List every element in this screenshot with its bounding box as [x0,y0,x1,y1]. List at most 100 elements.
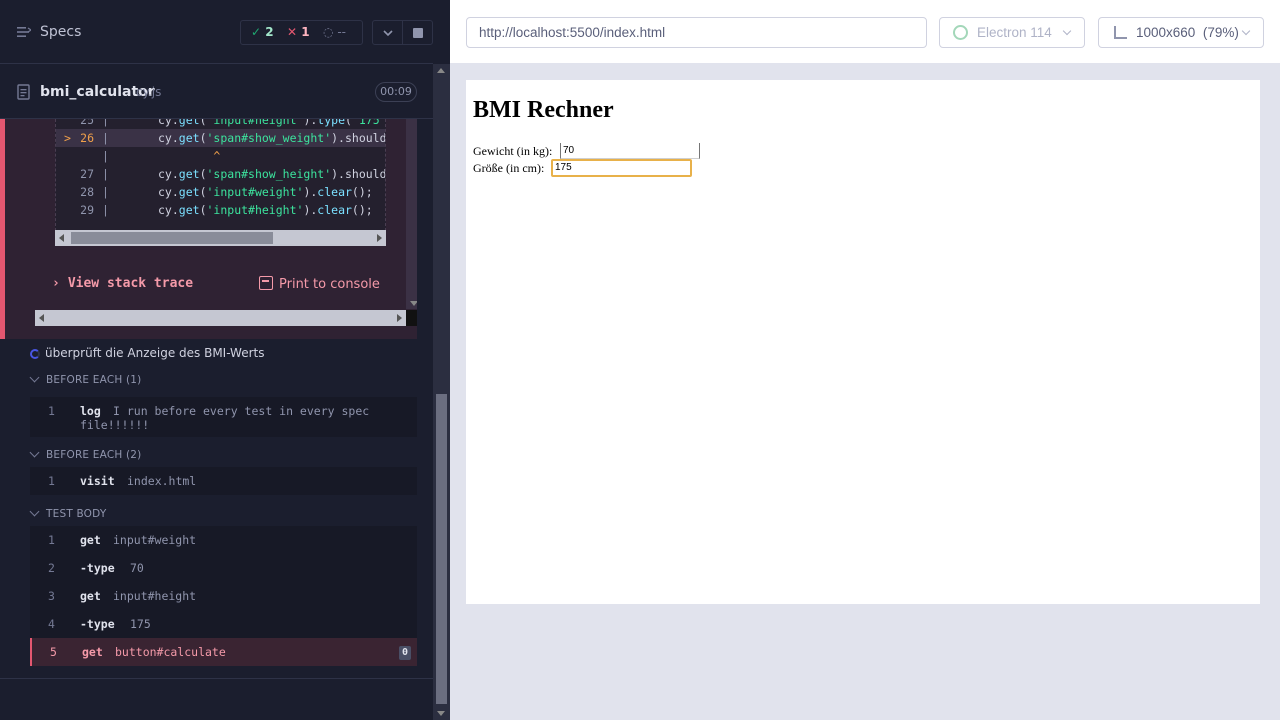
scroll-down-icon[interactable] [410,301,417,306]
code-line-number: 28 [80,185,94,199]
code-source: ^ [158,149,221,163]
code-gutter: | [102,167,109,181]
code-source: cy.get('span#show_height').should [158,167,386,181]
viewport-selector[interactable]: 1000x660 (79%) [1098,17,1264,48]
test-stats: ✓ 2 ✕ 1 ◌ -- [240,20,363,45]
code-line-number: 27 [80,167,94,181]
hook-header-label: BEFORE EACH (2) [46,449,142,461]
code-source: cy.get('input#height').type('175') [158,119,386,127]
scroll-right-icon[interactable] [377,234,382,242]
command-name: log [80,404,101,418]
test-title-row[interactable]: überprüft die Anzeige des BMI-Werts [28,344,418,364]
stack-trace-label: View stack trace [67,276,194,291]
toggle-auto-scroll-button[interactable] [372,20,403,45]
print-to-console-button[interactable]: Print to console [259,276,380,292]
chevron-down-icon [383,30,393,37]
pending-icon: ◌ [323,25,334,39]
command-number: 3 [48,589,55,603]
test-title: überprüft die Anzeige des BMI-Werts [45,346,265,360]
aut-iframe: BMI Rechner Gewicht (in kg): 70 Größe (i… [466,80,1260,604]
element-count-badge: 0 [399,646,411,660]
scroll-down-icon[interactable] [437,711,445,716]
scrollbar-corner [406,310,417,326]
command-row-failed[interactable]: 5 get button#calculate 0 [30,638,417,666]
aut-header: http://localhost:5500/index.html Electro… [450,0,1280,64]
command-number: 1 [48,533,55,547]
code-line: 25 | cy.get('input#height').type('175') [56,119,386,129]
chevron-down-icon [1241,26,1251,36]
code-gutter: | [102,149,109,163]
command-message: 70 [130,561,144,575]
command-name: get [82,645,103,659]
command-name: visit [80,474,115,488]
console-icon [259,276,273,290]
command-row[interactable]: 2 -type 70 [30,554,417,582]
hook-header-label: TEST BODY [46,508,107,520]
scroll-up-icon[interactable] [437,68,445,73]
command-row[interactable]: 1 log I run before every test in every s… [30,397,417,437]
code-frame: 25 | cy.get('input#height').type('175') >26… [55,119,386,231]
scroll-left-icon[interactable] [59,234,64,242]
chevron-down-icon [29,372,40,383]
command-number: 4 [48,617,55,631]
error-line-marker: > [64,131,71,145]
scroll-left-icon[interactable] [39,314,44,322]
code-line-error: >26 | cy.get('span#show_weight').should [56,129,385,147]
code-line: 29 | cy.get('input#height').clear(); [56,201,385,219]
command-row[interactable]: 1 visit index.html [30,467,417,495]
code-gutter: | [102,185,109,199]
viewport-size: 1000x660 [1136,25,1196,40]
error-horizontal-scrollbar[interactable] [35,310,406,326]
view-stack-trace-toggle[interactable]: › View stack trace [52,276,193,291]
hook-header-before-each-2[interactable]: BEFORE EACH (2) [29,447,142,461]
command-name: -type [80,561,115,575]
scroll-right-icon[interactable] [397,314,402,322]
specs-list-icon[interactable] [17,26,31,38]
page-title: BMI Rechner [473,97,614,123]
stop-button[interactable] [402,20,433,45]
failed-count: ✕ 1 [287,25,310,39]
code-frame-scrollbar[interactable] [55,230,386,246]
code-gutter: | [102,203,109,217]
weight-label: Gewicht (in kg): [473,144,553,158]
code-line-number: 29 [80,203,94,217]
viewport-label: 1000x660 (79%) [1136,18,1239,47]
command-row[interactable]: 4 -type 175 [30,610,417,638]
viewport-ruler-icon [1114,26,1127,39]
command-message: button#calculate [115,645,226,659]
hook-header-test-body[interactable]: TEST BODY [29,506,107,520]
specs-button-label[interactable]: Specs [40,24,81,40]
code-gutter: | [102,119,109,127]
command-number: 2 [48,561,55,575]
code-line-number: 26 [80,131,94,145]
chevron-down-icon [29,506,40,517]
height-input[interactable]: 175 [551,159,692,177]
stop-icon [413,28,423,38]
scrollbar-thumb[interactable] [436,394,447,704]
weight-input[interactable]: 70 [560,143,700,159]
command-number: 1 [48,474,55,488]
passed-value: 2 [265,25,274,39]
code-source: cy.get('input#height').clear(); [158,203,373,217]
command-row[interactable]: 3 get input#height [30,582,417,610]
viewport-scale: (79%) [1202,25,1239,40]
command-message: input#height [113,589,197,603]
check-icon: ✓ [251,25,262,39]
browser-label: Electron 114 [977,25,1052,40]
browser-selector[interactable]: Electron 114 [939,17,1085,48]
url-bar[interactable]: http://localhost:5500/index.html [466,17,927,48]
command-row[interactable]: 1 get input#weight [30,526,417,554]
spec-file-header: bmi_calculator cy.js 00:09 [0,65,433,119]
command-message-wrap: file!!!!!! [80,418,150,432]
code-source: cy.get('input#weight').clear(); [158,185,373,199]
command-name: get [80,589,101,603]
command-number: 1 [48,404,55,418]
command-log-scrollbar[interactable] [433,64,450,720]
code-line-number: 25 [80,119,94,127]
command-message: I run before every test in every spec [113,404,370,418]
hook-header-before-each-1[interactable]: BEFORE EACH (1) [29,372,141,386]
command-name: -type [80,617,115,631]
command-message: 175 [130,617,151,631]
scrollbar-thumb[interactable] [71,232,273,244]
error-vertical-scrollbar[interactable] [406,119,417,309]
